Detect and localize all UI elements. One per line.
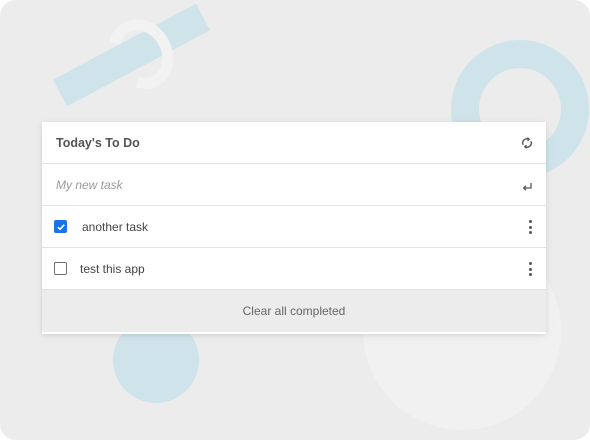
sync-icon[interactable] <box>520 135 534 149</box>
task-checkbox-checked[interactable] <box>54 220 67 233</box>
task-row: another task <box>42 206 546 248</box>
task-label: another task <box>82 219 149 234</box>
enter-icon[interactable] <box>521 178 533 191</box>
card-title: Today's To Do <box>56 135 140 150</box>
card-header: Today's To Do <box>42 122 546 164</box>
app-background: Today's To Do My new task another task t… <box>0 0 590 440</box>
task-checkbox-unchecked[interactable] <box>54 262 67 275</box>
todo-card: Today's To Do My new task another task t… <box>42 122 546 334</box>
new-task-input[interactable] <box>56 172 496 197</box>
checkmark-icon <box>56 223 65 230</box>
task-label: test this app <box>80 261 145 276</box>
clear-completed-label: Clear all completed <box>242 304 346 318</box>
kebab-menu-icon[interactable] <box>526 261 534 277</box>
clear-completed-button[interactable]: Clear all completed <box>42 290 546 332</box>
task-row: test this app <box>42 248 546 290</box>
new-task-row <box>42 164 546 206</box>
kebab-menu-icon[interactable] <box>526 219 534 235</box>
